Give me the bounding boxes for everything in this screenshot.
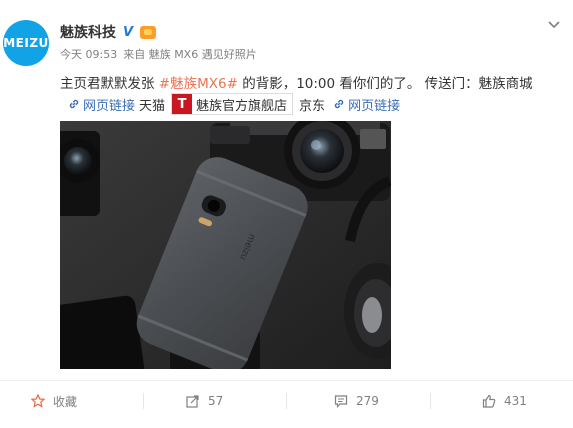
meizu-logo: MEIZU (3, 36, 49, 50)
verified-icon: V (121, 24, 135, 40)
favorite-label: 收藏 (53, 394, 78, 409)
favorite-button[interactable]: 收藏 (31, 381, 77, 421)
text-after: 的背影，10:00 看你们的了。 传送门：魅族商城 (237, 76, 533, 92)
like-count: 431 (504, 394, 527, 408)
repost-button[interactable]: 57 (186, 381, 223, 421)
tmall-label: 天猫 (139, 98, 166, 114)
star-icon (31, 394, 45, 408)
post-time[interactable]: 今天 09:53 (60, 46, 117, 62)
hashtag-link[interactable]: #魅族MX6# (159, 76, 238, 92)
web-link-2[interactable]: 网页链接 (333, 95, 400, 114)
tmall-shop-icon: T (172, 94, 193, 114)
shop-name: 魅族官方旗舰店 (196, 98, 288, 114)
repost-icon (186, 395, 199, 408)
comment-icon (334, 395, 348, 408)
like-button[interactable]: 431 (482, 381, 527, 421)
vip-icon[interactable] (140, 25, 156, 39)
avatar[interactable]: MEIZU (3, 20, 49, 66)
text-before: 主页君默默发张 (60, 76, 159, 92)
web-link-1-label: 网页链接 (83, 98, 136, 114)
phone-and-cameras-photo: meizu (60, 121, 391, 369)
link-icon (69, 99, 79, 109)
repost-count: 57 (208, 394, 224, 408)
shop-chip[interactable]: T 魅族官方旗舰店 (171, 93, 294, 115)
jd-label: 京东 (299, 98, 326, 114)
post-meta: 今天 09:53 来自 魅族 MX6 遇见好照片 (60, 46, 257, 62)
links-row: 网页链接 天猫 T 魅族官方旗舰店 京东 网页链接 (68, 93, 400, 115)
chevron-down-icon[interactable] (547, 18, 561, 32)
divider (143, 393, 144, 409)
divider (286, 393, 287, 409)
post-photo[interactable]: meizu (60, 121, 391, 369)
divider (430, 393, 431, 409)
post-source: 来自 魅族 MX6 遇见好照片 (123, 48, 257, 61)
action-bar: 收藏 57 279 431 (0, 380, 573, 428)
like-icon (482, 394, 496, 408)
author-name[interactable]: 魅族科技 (60, 22, 116, 42)
post-text: 主页君默默发张 #魅族MX6# 的背影，10:00 看你们的了。 传送门：魅族商… (60, 72, 533, 92)
web-link-2-label: 网页链接 (348, 98, 401, 114)
author-header: 魅族科技 V (60, 22, 156, 42)
weibo-post-card: MEIZU 魅族科技 V 今天 09:53 来自 魅族 MX6 遇见好照片 主页… (0, 0, 573, 427)
comment-button[interactable]: 279 (334, 381, 379, 421)
link-icon (334, 99, 344, 109)
comment-count: 279 (356, 394, 379, 408)
web-link-1[interactable]: 网页链接 (68, 95, 135, 114)
